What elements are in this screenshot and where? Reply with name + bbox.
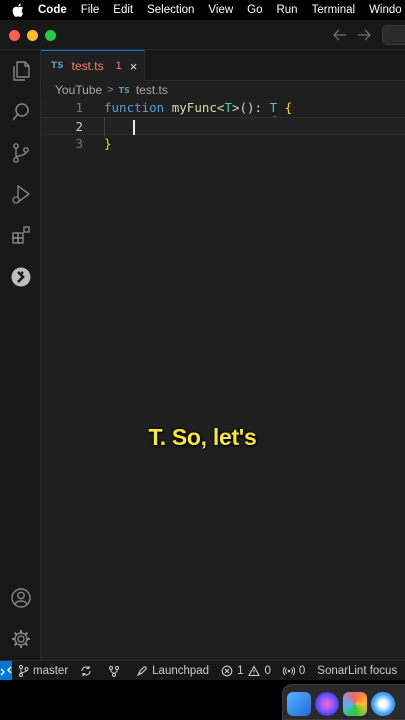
launchpad-label: Launchpad [152, 664, 210, 677]
line-number: 2 [75, 119, 83, 134]
text-cursor [133, 120, 135, 135]
apple-icon[interactable] [12, 3, 24, 17]
menu-app-code[interactable]: Code [38, 4, 67, 16]
line-number: 1 [75, 100, 83, 115]
macos-dock [282, 684, 405, 720]
menu-terminal[interactable]: Terminal [312, 4, 355, 16]
source-control-icon[interactable] [0, 135, 41, 171]
breadcrumb-folder[interactable]: YouTube [55, 83, 102, 97]
arrow-right-icon[interactable] [355, 26, 373, 44]
macos-menu-bar: Code File Edit Selection View Go Run Ter… [0, 0, 405, 20]
ports-status[interactable]: 0 [282, 664, 306, 677]
launchpad-status[interactable]: Launchpad [136, 665, 209, 677]
editor-tab-bar: TS test.ts 1 × [41, 50, 405, 81]
branch-status[interactable]: master [18, 664, 69, 677]
launchpad-icon[interactable] [343, 692, 367, 716]
typescript-file-icon: TS [51, 61, 64, 71]
tab-filename: test.ts [71, 59, 104, 73]
indent-guide [104, 117, 105, 137]
tab-problem-count: 1 [115, 60, 122, 72]
code-line-1[interactable]: 1 function myFunc<T>(): T { [41, 99, 405, 117]
status-bar: master Launchpad 1 0 0 SonarLint focus [0, 660, 405, 680]
command-center-search[interactable] [382, 25, 405, 45]
sonarlint-status[interactable]: SonarLint focus [317, 665, 397, 677]
code-editor[interactable]: 1 function myFunc<T>(): T { 2 3 } [41, 99, 405, 660]
menu-edit[interactable]: Edit [113, 4, 133, 16]
sync-icon[interactable] [80, 665, 96, 677]
typescript-file-icon: TS [118, 85, 130, 95]
finder-icon[interactable] [287, 692, 311, 716]
extensions-icon[interactable] [0, 217, 41, 253]
run-debug-icon[interactable] [0, 176, 41, 212]
menu-run[interactable]: Run [276, 4, 297, 16]
warning-count: 0 [264, 664, 271, 677]
account-icon[interactable] [0, 580, 41, 616]
remote-explorer-icon[interactable] [0, 259, 41, 295]
safari-icon[interactable] [371, 692, 395, 716]
video-caption: T. So, let's [148, 424, 257, 450]
window-close-button[interactable] [9, 30, 20, 41]
menu-file[interactable]: File [81, 4, 100, 16]
warning-icon [248, 664, 261, 676]
arrow-left-icon[interactable] [331, 26, 349, 44]
branch-name: master [33, 664, 69, 677]
code-line-2[interactable]: 2 [41, 117, 405, 135]
breadcrumb-file[interactable]: test.ts [136, 83, 168, 97]
explorer-icon[interactable] [0, 53, 41, 89]
code-text: function myFunc<T>(): T { [104, 100, 293, 115]
graph-icon[interactable] [108, 665, 124, 677]
tab-close-icon[interactable]: × [130, 59, 138, 74]
tab-test-ts[interactable]: TS test.ts 1 × [41, 50, 145, 81]
code-text: } [104, 136, 112, 151]
problems-status[interactable]: 1 0 [221, 665, 271, 677]
window-maximize-button[interactable] [45, 30, 56, 41]
ports-count: 0 [298, 664, 306, 677]
code-line-3[interactable]: 3 } [41, 135, 405, 153]
activity-bar [0, 50, 41, 660]
search-icon[interactable] [0, 94, 41, 130]
gear-icon[interactable] [0, 621, 41, 657]
remote-indicator-icon[interactable] [0, 661, 12, 680]
window-minimize-button[interactable] [27, 30, 38, 41]
breadcrumb: YouTube > TS test.ts [41, 81, 405, 99]
siri-icon[interactable] [315, 692, 339, 716]
window-title-bar [0, 20, 405, 50]
menu-view[interactable]: View [208, 4, 233, 16]
line-number: 3 [75, 136, 83, 151]
error-squiggle: T [269, 100, 278, 115]
menu-go[interactable]: Go [247, 4, 262, 16]
menu-selection[interactable]: Selection [147, 4, 194, 16]
menu-window[interactable]: Windo [369, 4, 402, 16]
chevron-right-icon: > [107, 84, 114, 96]
error-count: 1 [237, 664, 244, 677]
